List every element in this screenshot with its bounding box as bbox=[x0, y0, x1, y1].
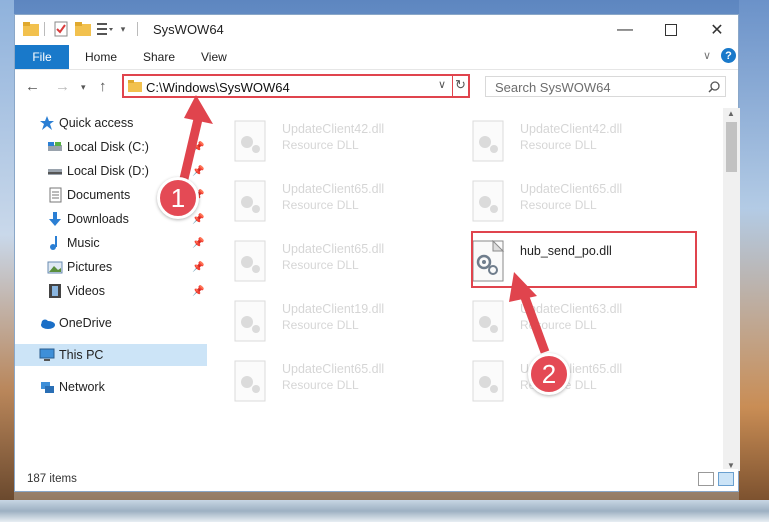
callout-arrows bbox=[178, 95, 550, 354]
callout-badge-2: 2 bbox=[528, 353, 570, 395]
arrow-1 bbox=[178, 113, 204, 185]
arrow-2 bbox=[518, 290, 550, 354]
arrow-1-head bbox=[184, 95, 213, 124]
callout-badge-1: 1 bbox=[157, 177, 199, 219]
arrow-2-head bbox=[509, 272, 537, 302]
